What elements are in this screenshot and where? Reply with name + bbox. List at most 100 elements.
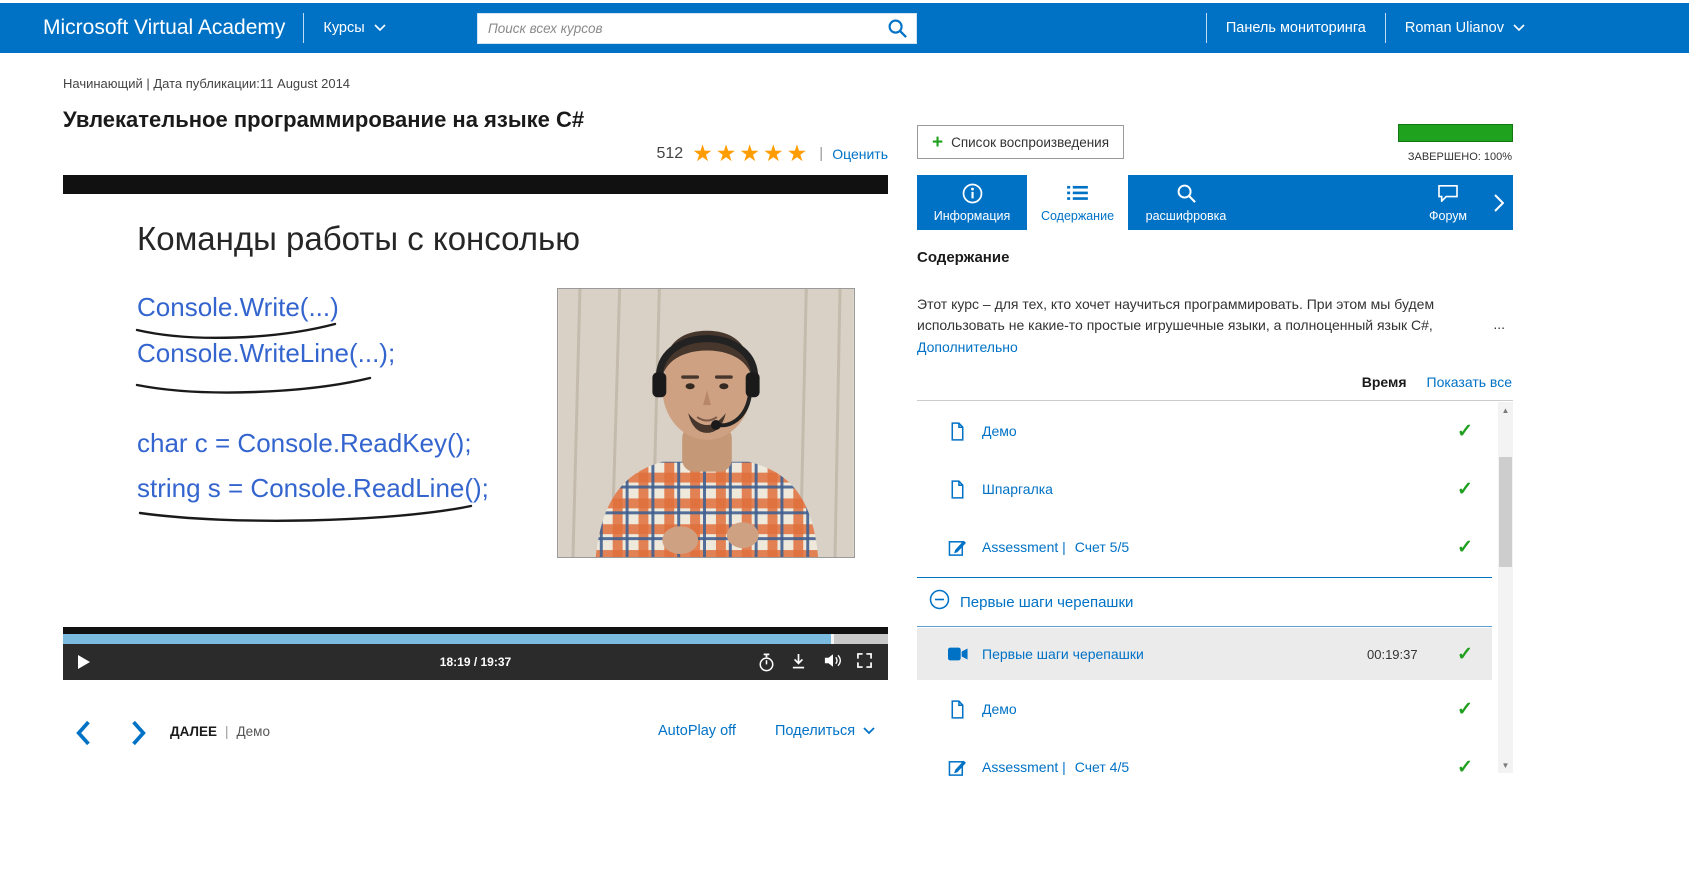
next-label: ДАЛЕЕ	[170, 724, 218, 739]
chevron-down-icon	[1513, 24, 1525, 32]
video-surface[interactable]: Команды работы с консолью Console.Write(…	[63, 194, 888, 627]
list-item-score: Счет 5/5	[1074, 539, 1130, 555]
course-description: Этот курс – для тех, кто хочет научиться…	[917, 294, 1513, 335]
contents-heading: Содержание	[917, 249, 1010, 266]
slide-code-line: Console.Write(...)	[137, 292, 339, 322]
search-input[interactable]	[477, 13, 917, 44]
completion-progress-bar	[1398, 124, 1513, 142]
section-header-label: Первые шаги черепашки	[960, 593, 1134, 611]
completed-check-icon: ✓	[1457, 698, 1473, 720]
tab-transcript-label: расшифровка	[1145, 209, 1227, 223]
search-icon[interactable]	[887, 18, 908, 39]
player-navigation-row: ДАЛЕЕ | Демо AutoPlay off Поделиться	[63, 718, 888, 752]
completed-check-icon: ✓	[1457, 643, 1473, 665]
list-item-duration: 00:19:37	[1367, 646, 1418, 662]
course-description-text: Этот курс – для тех, кто хочет научиться…	[917, 296, 1435, 333]
forum-chat-icon	[1437, 182, 1459, 204]
tabs-scroll-right-button[interactable]	[1485, 175, 1513, 230]
search-icon	[1175, 182, 1197, 204]
tab-forum-label: Форум	[1429, 209, 1467, 223]
course-main-column: Начинающий | Дата публикации:11 August 2…	[63, 70, 888, 830]
tab-contents[interactable]: Содержание	[1027, 175, 1128, 230]
seek-bar[interactable]	[63, 634, 888, 644]
scrollbar-thumb[interactable]	[1499, 457, 1512, 567]
collapse-minus-icon	[929, 589, 950, 615]
next-item-group: ДАЛЕЕ | Демо	[170, 724, 270, 739]
slide-title: Команды работы с консолью	[137, 220, 580, 257]
completed-check-icon: ✓	[1457, 478, 1473, 500]
assessment-icon	[948, 757, 968, 777]
list-item[interactable]: Шпаргалка ✓	[917, 460, 1492, 518]
plus-icon: +	[931, 131, 944, 153]
document-icon	[948, 479, 968, 499]
list-item-label: Assessment |	[982, 759, 1066, 775]
list-item-score: Счет 4/5	[1074, 759, 1130, 775]
download-icon[interactable]	[791, 653, 809, 671]
fullscreen-icon[interactable]	[857, 653, 875, 671]
scrollbar-down-arrow[interactable]: ▼	[1498, 757, 1513, 773]
more-link[interactable]: Дополнительно	[917, 339, 1018, 355]
rating-count: 512	[656, 144, 684, 162]
search-box	[477, 13, 917, 44]
next-button[interactable]	[131, 720, 147, 746]
next-item-title: Демо	[236, 724, 270, 739]
completed-check-icon: ✓	[1457, 536, 1473, 558]
list-item-label: Демо	[982, 701, 1017, 717]
list-item[interactable]: Assessment | Счет 4/5 ✓	[917, 738, 1492, 780]
progress-fill	[63, 634, 834, 644]
list-item-label: Assessment |	[982, 539, 1066, 555]
add-playlist-button[interactable]: + Список воспроизведения	[917, 125, 1124, 159]
playback-timer-icon[interactable]	[758, 653, 776, 672]
list-item-current[interactable]: Первые шаги черепашки 00:19:37 ✓	[917, 628, 1492, 680]
rating-row: 512 ★★★★★ | Оценить	[656, 142, 888, 165]
slide-code-line: string s = Console.ReadLine();	[137, 473, 489, 503]
chevron-down-icon	[374, 24, 386, 32]
time-column-header: Время	[1361, 374, 1407, 390]
volume-icon[interactable]	[824, 653, 842, 671]
page: Microsoft Virtual Academy Курсы Панель м…	[0, 0, 1689, 889]
sidebar-tabs: Информация Содержание расшифровка Форум	[917, 175, 1513, 230]
letterbox-top	[63, 175, 888, 194]
document-icon	[948, 699, 968, 719]
list-header-row: Время Показать все	[1362, 374, 1512, 390]
courses-menu[interactable]: Курсы	[304, 3, 404, 53]
rate-link[interactable]: Оценить	[832, 146, 888, 162]
course-sidebar: + Список воспроизведения ЗАВЕРШЕНО: 100%…	[917, 0, 1513, 889]
player-controls-right	[758, 653, 888, 672]
assessment-icon	[948, 537, 968, 557]
completed-check-icon: ✓	[1457, 420, 1473, 442]
tab-transcript[interactable]: расшифровка	[1128, 175, 1244, 230]
completion-label: ЗАВЕРШЕНО: 100%	[1407, 151, 1512, 163]
share-menu[interactable]: Поделиться	[775, 723, 875, 739]
list-icon	[1067, 182, 1089, 204]
list-item[interactable]: Демо ✓	[917, 402, 1492, 460]
course-meta: Начинающий | Дата публикации:11 August 2…	[63, 76, 351, 91]
tab-information[interactable]: Информация	[917, 175, 1027, 230]
presenter-webcam-video	[557, 288, 855, 558]
slide-code-line: Console.WriteLine(...);	[137, 338, 396, 368]
previous-button[interactable]	[75, 720, 91, 746]
scrollbar-up-arrow[interactable]: ▲	[1498, 402, 1513, 418]
slide-code-line: char c = Console.ReadKey();	[137, 428, 472, 458]
list-item-label: Демо	[982, 423, 1017, 439]
add-playlist-label: Список воспроизведения	[951, 134, 1110, 150]
contents-list: Демо ✓ Шпаргалка ✓ Assessment | Счет 5/5…	[917, 400, 1513, 780]
description-ellipsis: ...	[1493, 315, 1505, 332]
page-title: Увлекательное программирование на языке …	[63, 107, 585, 132]
autoplay-toggle[interactable]: AutoPlay off	[658, 723, 736, 739]
tab-forum[interactable]: Форум	[1411, 175, 1485, 230]
list-scrollbar[interactable]: ▲ ▼	[1498, 402, 1513, 773]
list-item[interactable]: Assessment | Счет 5/5 ✓	[917, 518, 1492, 576]
next-divider: |	[225, 724, 229, 739]
list-item-label: Первые шаги черепашки	[982, 646, 1144, 662]
tab-information-label: Информация	[933, 209, 1011, 223]
letterbox-bottom	[63, 627, 888, 634]
brand-logo[interactable]: Microsoft Virtual Academy	[43, 16, 285, 40]
list-item[interactable]: Демо ✓	[917, 680, 1492, 738]
show-all-link[interactable]: Показать все	[1427, 374, 1512, 390]
tab-contents-label: Содержание	[1040, 209, 1115, 223]
info-icon	[961, 182, 983, 204]
share-label: Поделиться	[775, 723, 856, 739]
completed-check-icon: ✓	[1457, 756, 1473, 778]
list-section-header[interactable]: Первые шаги черепашки	[917, 577, 1492, 627]
